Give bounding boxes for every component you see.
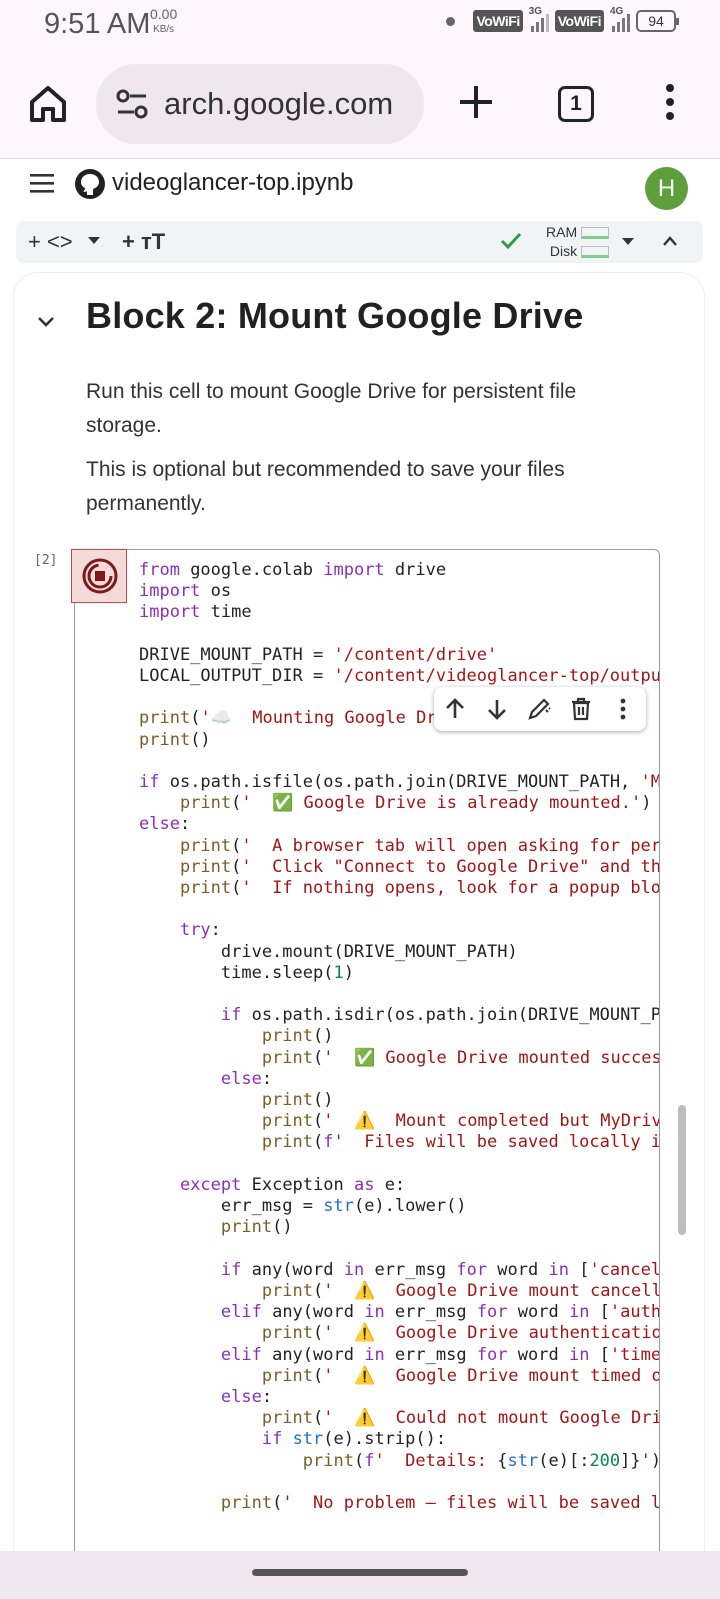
- execution-count: [2]: [34, 553, 58, 568]
- vowifi-badge: VoWiFi: [473, 10, 523, 32]
- stop-icon: [82, 558, 118, 594]
- disk-meter: [581, 246, 610, 259]
- stop-execution-button[interactable]: [71, 549, 127, 603]
- text-paragraph-1: Run this cell to mount Google Drive for …: [86, 380, 577, 437]
- notebook-title[interactable]: videoglancer-top.ipynb: [112, 169, 354, 197]
- avatar[interactable]: H: [645, 167, 688, 210]
- ram-meter: [581, 227, 610, 240]
- new-tab-icon[interactable]: [456, 82, 496, 122]
- clock: 9:51 AM: [44, 8, 151, 40]
- signal-3g-icon: 3G: [529, 6, 549, 32]
- edit-icon[interactable]: [526, 696, 552, 722]
- colab-header: videoglancer-top.ipynb H: [0, 159, 720, 215]
- address-bar[interactable]: arch.google.com: [96, 64, 424, 144]
- home-icon[interactable]: [26, 82, 70, 126]
- add-code-button[interactable]: + <>: [28, 229, 73, 255]
- network-speed: 0.00 KB/s: [150, 6, 178, 36]
- more-options-icon[interactable]: [660, 82, 680, 122]
- colab-page: videoglancer-top.ipynb H + <> + ᴛT RAM D…: [0, 158, 720, 1551]
- menu-icon[interactable]: [30, 173, 56, 195]
- collapse-toolbar-icon[interactable]: [662, 235, 678, 247]
- section-title: Block 2: Mount Google Drive: [86, 295, 584, 336]
- notification-dot-icon: [446, 16, 456, 26]
- page-scrollbar[interactable]: [678, 1105, 686, 1235]
- gesture-handle[interactable]: [252, 1569, 468, 1576]
- github-icon: [75, 169, 105, 199]
- chevron-down-icon[interactable]: [88, 237, 100, 245]
- system-nav-bar: [0, 1551, 720, 1599]
- runtime-dropdown-icon[interactable]: [622, 238, 634, 246]
- arrow-down-icon[interactable]: [484, 696, 510, 722]
- tab-switcher-button[interactable]: 1: [558, 86, 594, 122]
- browser-toolbar: arch.google.com 1: [0, 52, 720, 158]
- arrow-up-icon[interactable]: [442, 696, 468, 722]
- signal-4g-icon: 4G: [610, 6, 630, 32]
- section-collapse-icon[interactable]: [36, 315, 56, 329]
- connected-check-icon: [500, 232, 522, 250]
- status-bar: 9:51 AM 0.00 KB/s VoWiFi 3G VoWiFi 4G 94: [0, 0, 720, 52]
- more-vert-icon[interactable]: [610, 696, 636, 722]
- cell-toolbar: [434, 687, 646, 731]
- notebook-toolbar: + <> + ᴛT RAM Disk: [16, 221, 703, 263]
- vowifi-badge-2: VoWiFi: [554, 10, 604, 32]
- add-text-button[interactable]: + ᴛT: [122, 229, 165, 255]
- notebook-content: Block 2: Mount Google Drive Run this cel…: [14, 273, 704, 1551]
- url-text[interactable]: arch.google.com: [164, 86, 393, 122]
- site-settings-icon[interactable]: [114, 86, 150, 122]
- delete-icon[interactable]: [568, 696, 594, 722]
- text-paragraph-2: This is optional but recommended to save…: [86, 458, 565, 515]
- status-icons: VoWiFi 3G VoWiFi 4G 94: [446, 6, 679, 32]
- battery-icon: 94: [636, 10, 679, 32]
- resource-meter[interactable]: RAM Disk: [546, 223, 610, 261]
